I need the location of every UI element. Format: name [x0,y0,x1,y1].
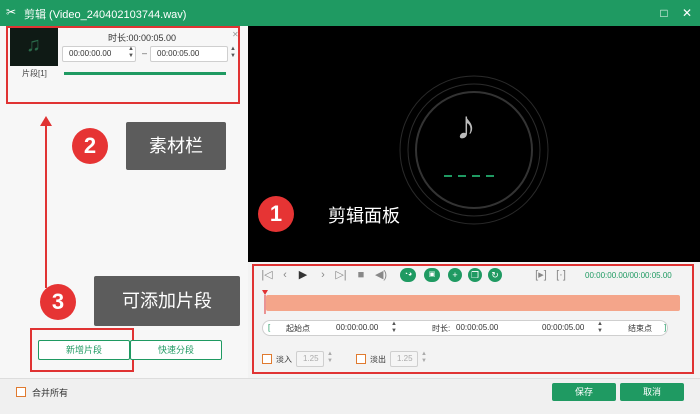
scissors-icon: ✂ [6,5,17,19]
playhead-icon[interactable] [262,290,268,314]
merge-all-label: 合并所有 [32,388,69,398]
close-icon[interactable]: ✕ [680,6,694,20]
end-bracket: ] [664,323,667,332]
quick-split-button[interactable]: 快速分段 [130,340,222,360]
skip-end-icon[interactable]: ▷| [334,268,348,282]
title-bar: ✂ 剪辑 (Video_240402103744.wav) □ ✕ [0,0,700,26]
preview-panel: ♪ 1 剪辑面板 [248,26,700,262]
snapshot-icon[interactable]: ▣ [424,268,440,282]
timeline-track[interactable] [266,295,680,311]
mark-out-icon[interactable]: [·] [554,268,568,282]
fade-in-input[interactable]: 1.25 [296,351,324,367]
cancel-button[interactable]: 取消 [620,383,684,401]
end-spinner[interactable]: ▲ ▼ [596,321,604,335]
play-icon[interactable]: ▶ [296,268,310,282]
add-segment-button[interactable]: 新增片段 [38,340,130,360]
end-value-input[interactable]: 00:00:05.00 [542,323,584,332]
callout-3-box: 可添加片段 [94,276,240,326]
edit-controls: |◁ ‹ ▶ › ▷| ■ ◀) ◔◕ ▣ + ❐ ↻ [▸] [·] 00:0… [248,262,700,378]
stop-icon[interactable]: ■ [354,268,368,282]
fade-out-input[interactable]: 1.25 [390,351,418,367]
time-readout: 00:00:00.00/00:00:05.00 [585,271,672,280]
callout-1-text: 剪辑面板 [328,206,400,226]
volume-icon[interactable]: ◀) [374,268,388,282]
fade-in-spinner[interactable]: ▲ ▼ [326,351,334,365]
range-duration-label: 时长: [432,324,451,333]
audio-visual [399,75,549,225]
up-arrow-icon [40,116,52,288]
music-note-icon: ♫ [26,34,41,56]
segment-start-input[interactable]: 00:00:00.00 [62,46,136,62]
merge-all-checkbox[interactable] [16,387,26,397]
callout-2-number: 2 [72,128,108,164]
add-icon[interactable]: + [448,268,462,282]
skip-start-icon[interactable]: |◁ [260,268,274,282]
start-bracket: [ [268,323,271,332]
copy-icon[interactable]: ❐ [468,268,482,282]
duration-label: 时长:00:00:05.00 [108,33,177,43]
range-dash: – [142,48,148,58]
step-forward-icon[interactable]: › [316,268,330,282]
segment-start-spinner[interactable]: ▲ ▼ [127,46,135,60]
window-title: 剪辑 (Video_240402103744.wav) [24,9,187,21]
reset-icon[interactable]: ↻ [488,268,502,282]
callout-2-box: 素材栏 [126,122,226,170]
maximize-icon[interactable]: □ [657,6,671,20]
music-note-icon: ♪ [456,104,476,148]
remove-segment-icon[interactable]: ✕ [232,30,239,39]
callout-1-number: 1 [258,196,294,232]
material-panel: ♫ 时长:00:00:05.00 ✕ 00:00:00.00 ▲ ▼ – 00:0… [0,26,248,378]
segment-label: 片段[1] [22,69,47,78]
end-point-button[interactable]: 结束点 [628,323,652,334]
segment-bar[interactable] [64,72,226,75]
start-value-input[interactable]: 00:00:00.00 [336,323,378,332]
start-spinner[interactable]: ▲ ▼ [390,321,398,335]
step-back-icon[interactable]: ‹ [278,268,292,282]
segment-end-input[interactable]: 00:00:05.00 [150,46,228,62]
fade-out-checkbox[interactable] [356,354,366,364]
save-button[interactable]: 保存 [552,383,616,401]
mark-in-icon[interactable]: [▸] [534,268,548,282]
segment-end-spinner[interactable]: ▲ ▼ [229,46,237,60]
fade-out-spinner[interactable]: ▲ ▼ [420,351,428,365]
audio-thumbnail[interactable]: ♫ [10,28,58,66]
start-point-button[interactable]: 起始点 [286,323,310,334]
speed-icon[interactable]: ◔◕ [400,268,416,282]
fade-out-label: 淡出 [370,355,386,364]
callout-3-number: 3 [40,284,76,320]
range-duration-value: 00:00:05.00 [456,323,499,332]
fade-in-label: 淡入 [276,355,292,364]
fade-in-checkbox[interactable] [262,354,272,364]
